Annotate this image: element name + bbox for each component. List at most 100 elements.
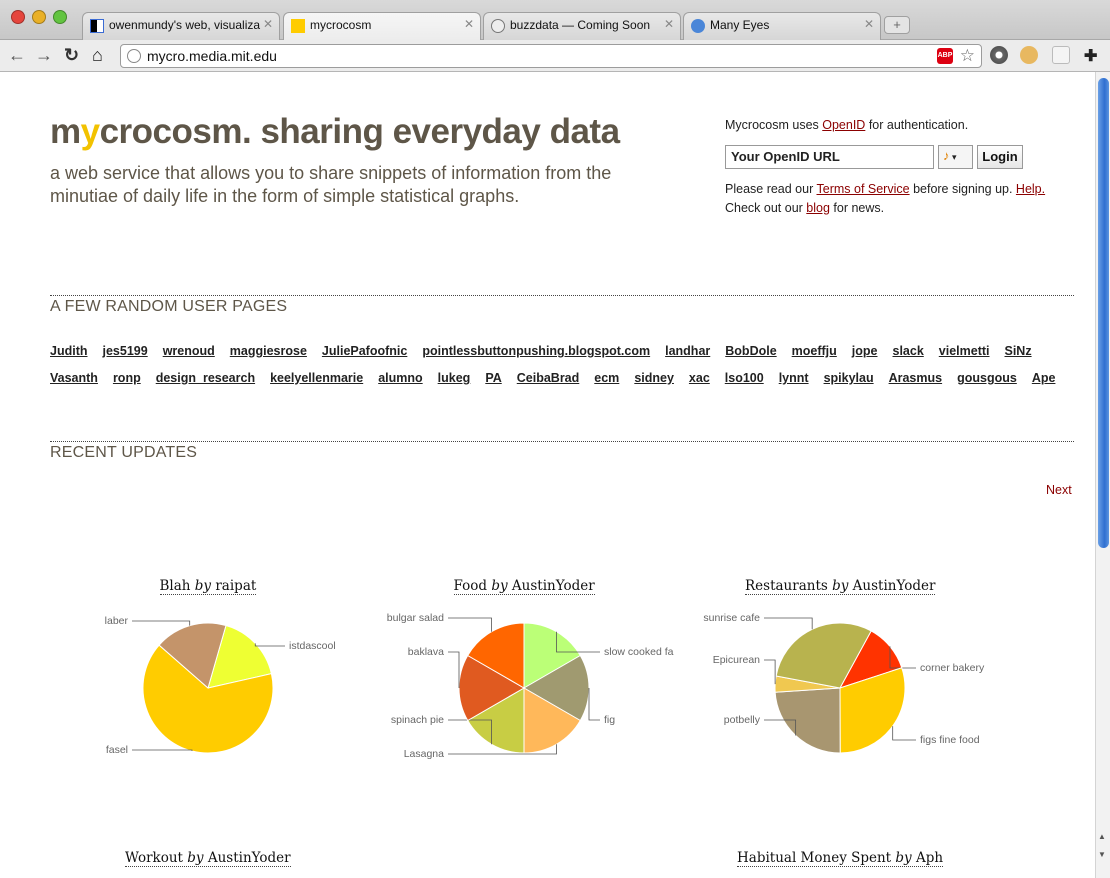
user-page-link[interactable]: lukeg (438, 371, 471, 386)
chart-title-by: by (895, 850, 912, 866)
user-page-link[interactable]: wrenoud (163, 344, 215, 359)
pie-slice-label: slow cooked fa (604, 646, 674, 658)
user-page-link[interactable]: keelyellenmarie (270, 371, 363, 386)
vertical-scrollbar[interactable]: ▲ ▼ (1095, 72, 1110, 878)
adblock-icon[interactable]: ABP (937, 48, 953, 64)
close-tab-icon[interactable]: ✕ (864, 17, 874, 31)
chart-title[interactable]: Food by AustinYoder (453, 578, 595, 595)
user-page-link[interactable]: CeibaBrad (517, 371, 580, 386)
puzzle-extension-icon[interactable]: ✚ (1084, 46, 1102, 65)
face-extension-icon[interactable] (1020, 46, 1038, 64)
zoom-window-button[interactable] (53, 10, 67, 24)
pie-label-leader (892, 726, 916, 741)
user-page-link[interactable]: Judith (50, 344, 88, 359)
scrollbar-thumb[interactable] (1098, 78, 1109, 548)
pie-slice-label: Epicurean (713, 654, 760, 666)
chart-title[interactable]: Workout by AustinYoder (125, 850, 291, 867)
tab-label: owenmundy's web, visualiza (109, 18, 261, 32)
user-page-link[interactable]: design_research (156, 371, 255, 386)
tab-many-eyes[interactable]: Many Eyes ✕ (683, 12, 881, 40)
chart-title-author: AustinYoder (203, 850, 291, 866)
pie-slice[interactable] (774, 687, 841, 754)
tab-buzzdata[interactable]: buzzdata — Coming Soon ✕ (483, 12, 681, 40)
site-logo[interactable]: mycrocosm. sharing everyday data (50, 112, 620, 152)
terms-of-service-link[interactable]: Terms of Service (817, 182, 910, 196)
tos-text: Please read our (725, 182, 817, 196)
user-page-link[interactable]: alumno (378, 371, 422, 386)
forward-arrow-icon[interactable]: → (35, 45, 53, 66)
random-users-heading: A FEW RANDOM USER PAGES (50, 298, 288, 315)
section-divider (50, 441, 1074, 442)
chart-title-by: by (832, 578, 849, 594)
user-page-link[interactable]: spikylau (824, 371, 874, 386)
user-page-link[interactable]: landhar (665, 344, 710, 359)
user-page-link[interactable]: jes5199 (103, 344, 148, 359)
pie-label-leader (132, 749, 193, 752)
chart-title-author: AustinYoder (507, 578, 595, 594)
pie-slice-label: istdascool (289, 640, 336, 652)
pie-slice-label: baklava (408, 646, 444, 658)
pie-label-leader (764, 659, 776, 685)
user-page-link[interactable]: sidney (634, 371, 674, 386)
chart-title[interactable]: Habitual Money Spent by Aph (737, 850, 944, 867)
scroll-up-arrow-icon[interactable]: ▲ (1098, 832, 1106, 841)
user-page-link[interactable]: Vasanth (50, 371, 98, 386)
user-page-link[interactable]: slack (893, 344, 924, 359)
page-content: mycrocosm. sharing everyday data a web s… (0, 72, 1095, 878)
close-tab-icon[interactable]: ✕ (263, 17, 273, 31)
user-page-link[interactable]: moeffju (792, 344, 837, 359)
user-page-link[interactable]: vielmetti (939, 344, 990, 359)
chart-title-author: AustinYoder (848, 578, 936, 594)
back-arrow-icon[interactable]: ← (8, 45, 26, 66)
tab-owenmundy[interactable]: owenmundy's web, visualiza ✕ (82, 12, 280, 40)
reload-icon[interactable]: ↻ (64, 45, 79, 66)
auth-intro-text: Mycrocosm uses (725, 118, 823, 132)
user-page-link[interactable]: ronp (113, 371, 141, 386)
auth-intro: Mycrocosm uses OpenID for authentication… (725, 118, 1075, 132)
pie-slice-label: bulgar salad (387, 612, 444, 624)
user-page-link[interactable]: maggiesrose (230, 344, 307, 359)
user-page-link[interactable]: lynnt (779, 371, 809, 386)
chart-title-name: Blah (159, 578, 195, 594)
close-tab-icon[interactable]: ✕ (464, 17, 474, 31)
home-icon[interactable]: ⌂ (92, 45, 103, 66)
help-link[interactable]: Help. (1016, 182, 1045, 196)
minimize-window-button[interactable] (32, 10, 46, 24)
next-link[interactable]: Next (1046, 483, 1072, 497)
user-page-link[interactable]: xac (689, 371, 710, 386)
user-page-link[interactable]: SiNz (1005, 344, 1032, 359)
login-button[interactable]: Login (977, 145, 1023, 169)
user-page-link[interactable]: gousgous (957, 371, 1017, 386)
blog-link[interactable]: blog (806, 201, 830, 215)
pie-slice-label: figs fine food (920, 734, 980, 746)
user-page-link[interactable]: BobDole (725, 344, 776, 359)
openid-provider-dropdown[interactable]: ♪ ▾ (938, 145, 973, 169)
chart-title[interactable]: Blah by raipat (159, 578, 257, 595)
scroll-down-arrow-icon[interactable]: ▼ (1098, 850, 1106, 859)
tab-label: buzzdata — Coming Soon (510, 18, 651, 32)
user-page-link[interactable]: jope (852, 344, 878, 359)
auth-intro-text-end: for authentication. (865, 118, 969, 132)
pie-chart: slow cooked fa fig Lasagna spinach pie bakla… (387, 612, 674, 760)
pie-label-leader (764, 617, 813, 630)
blog-text-end: for news. (829, 201, 885, 215)
user-page-link[interactable]: JuliePafoofnic (322, 344, 407, 359)
openid-link[interactable]: OpenID (822, 118, 865, 132)
new-tab-button[interactable]: + (884, 16, 910, 34)
user-page-link[interactable]: Ape (1032, 371, 1056, 386)
close-tab-icon[interactable]: ✕ (664, 17, 674, 31)
user-page-link[interactable]: PA (485, 371, 501, 386)
user-page-link[interactable]: lso100 (725, 371, 764, 386)
pie-slice-label: laber (105, 615, 129, 627)
chart-title[interactable]: Restaurants by AustinYoder (745, 578, 936, 595)
address-bar[interactable]: mycro.media.mit.edu ABP ☆ (120, 44, 982, 68)
bookmark-star-icon[interactable]: ☆ (960, 46, 975, 66)
gear-extension-icon[interactable] (990, 46, 1008, 64)
green-extension-icon[interactable] (1052, 46, 1070, 64)
close-window-button[interactable] (11, 10, 25, 24)
user-page-link[interactable]: Arasmus (889, 371, 943, 386)
openid-url-input[interactable]: Your OpenID URL (725, 145, 934, 169)
user-page-link[interactable]: ecm (594, 371, 619, 386)
user-page-link[interactable]: pointlessbuttonpushing.blogspot.com (422, 344, 650, 359)
tab-mycrocosm[interactable]: mycrocosm ✕ (283, 12, 481, 41)
